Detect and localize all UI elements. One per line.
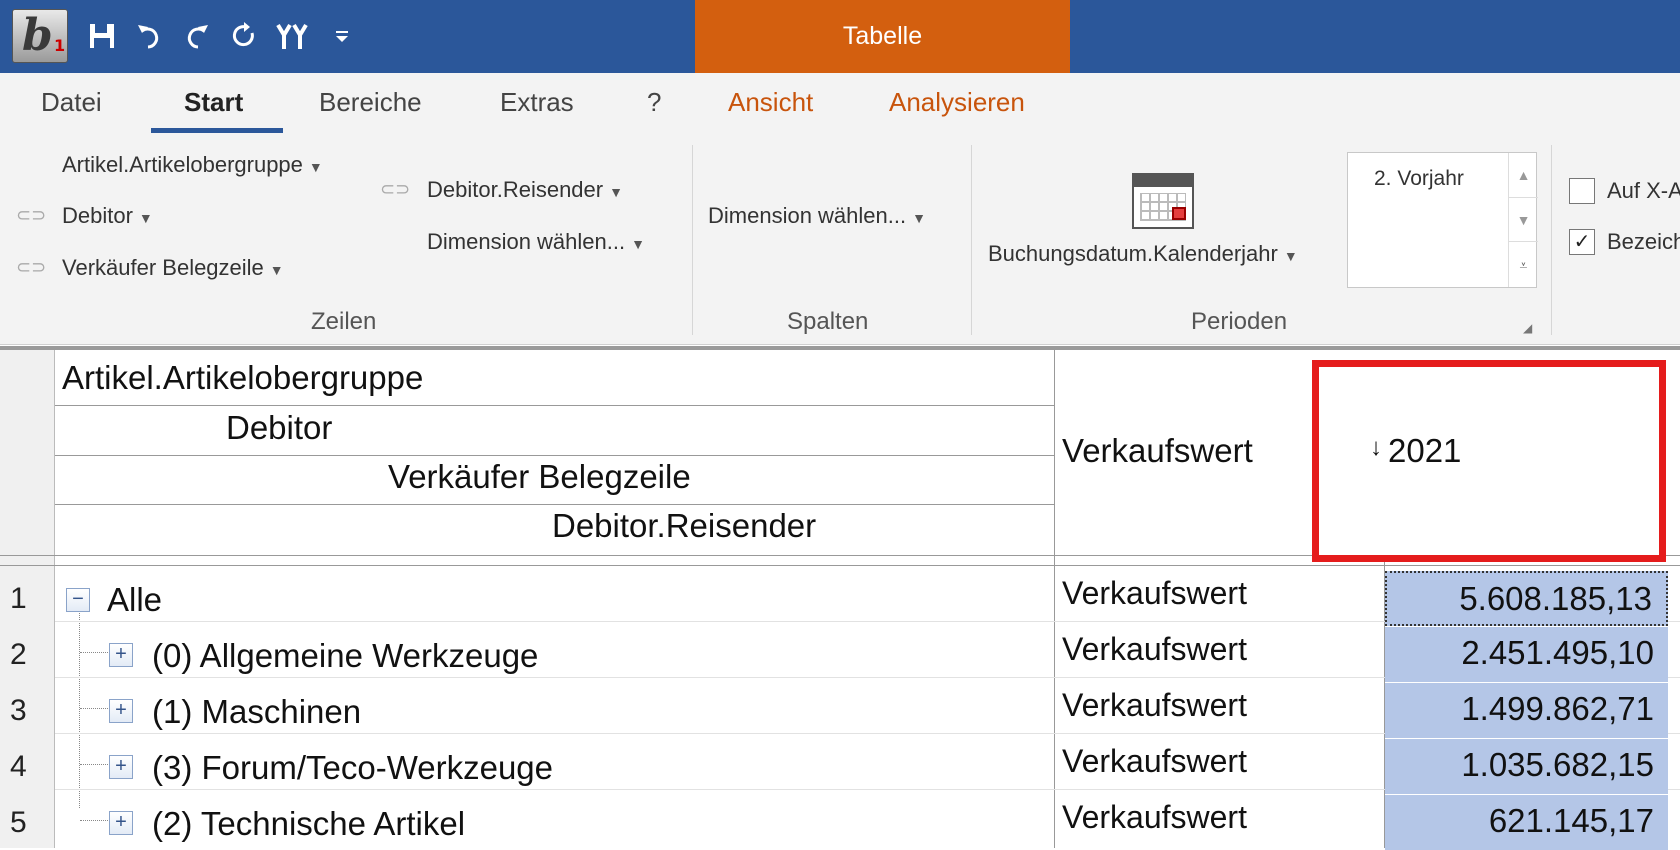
tab-datei[interactable]: Datei — [41, 87, 102, 118]
period-field-kalenderjahr[interactable]: Buchungsdatum.Kalenderjahr ▼ — [988, 241, 1298, 267]
row-dimension-verkaeufer-belegzeile[interactable]: Verkäufer Belegzeile ▼ — [62, 255, 284, 281]
row-dimension-artikelobergruppe[interactable]: Artikel.Artikelobergruppe ▼ — [62, 152, 323, 178]
value-cell[interactable]: 1.035.682,15 — [1385, 739, 1668, 794]
expand-list-icon[interactable]: ⩡ — [1508, 241, 1538, 287]
refresh-icon[interactable] — [224, 16, 264, 56]
redo-icon[interactable] — [176, 16, 216, 56]
group-separator — [692, 145, 693, 335]
tree-line — [80, 708, 108, 709]
grid-line — [55, 405, 1054, 406]
tab-extras[interactable]: Extras — [500, 87, 574, 118]
app-logo-icon[interactable]: b1 — [12, 9, 68, 63]
tab-ansicht[interactable]: Ansicht — [728, 87, 813, 118]
grid-line — [1054, 350, 1055, 848]
row-number: 1 — [10, 582, 27, 615]
grid-line — [55, 455, 1054, 456]
row-measure: Verkaufswert — [1062, 687, 1247, 723]
tree-line — [80, 820, 108, 821]
ribbon-tab-bar: Datei Start Bereiche Extras ? Ansicht An… — [0, 73, 1680, 135]
checkbox-bezeichnung[interactable]: ✓ — [1569, 229, 1595, 255]
row-label[interactable]: (2) Technische Artikel — [152, 805, 465, 843]
grid-line — [0, 565, 1680, 566]
row-number-column — [0, 350, 55, 848]
scroll-up-icon[interactable]: ▲ — [1508, 153, 1538, 197]
row-label[interactable]: (0) Allgemeine Werkzeuge — [152, 637, 538, 675]
value-cell[interactable]: 1.499.862,71 — [1385, 683, 1668, 738]
link-icon: ⊂⊃ — [16, 257, 47, 277]
tree-line — [80, 652, 108, 653]
contextual-tab-tabelle[interactable]: Tabelle — [695, 0, 1070, 73]
tab-analysieren[interactable]: Analysieren — [889, 87, 1025, 118]
row-label[interactable]: (3) Forum/Teco-Werkzeuge — [152, 749, 553, 787]
group-label-zeilen: Zeilen — [311, 308, 377, 335]
collapse-icon[interactable]: − — [66, 588, 90, 612]
expand-icon[interactable]: + — [109, 643, 133, 667]
measure-header[interactable]: Verkaufswert — [1062, 432, 1253, 470]
scroll-down-icon[interactable]: ▼ — [1508, 197, 1538, 241]
group-separator — [971, 145, 972, 335]
title-bar: b1 Tabelle — [0, 0, 1680, 73]
tools-icon[interactable] — [272, 16, 312, 56]
expand-icon[interactable]: + — [109, 755, 133, 779]
row-header-artikelobergruppe[interactable]: Artikel.Artikelobergruppe — [62, 359, 423, 397]
row-number: 4 — [10, 750, 27, 783]
value-cell[interactable]: 2.451.495,10 — [1385, 627, 1668, 682]
checkbox-x-axis[interactable] — [1569, 178, 1595, 204]
checkbox-x-axis-label: Auf X-A — [1607, 178, 1680, 203]
row-measure: Verkaufswert — [1062, 631, 1247, 667]
row-header-debitor[interactable]: Debitor — [226, 409, 332, 447]
tab-bereiche[interactable]: Bereiche — [319, 87, 422, 118]
column-dimension-choose[interactable]: Dimension wählen... ▼ — [708, 203, 926, 229]
expand-icon[interactable]: + — [109, 811, 133, 835]
row-number: 5 — [10, 806, 27, 839]
row-measure: Verkaufswert — [1062, 575, 1247, 611]
tree-line — [80, 764, 108, 765]
tab-help[interactable]: ? — [647, 87, 661, 118]
row-label[interactable]: (1) Maschinen — [152, 693, 361, 731]
customize-quick-access-icon[interactable] — [322, 16, 362, 56]
row-number: 3 — [10, 694, 27, 727]
group-label-perioden: Perioden — [1191, 308, 1288, 335]
row-dimension-reisender[interactable]: Debitor.Reisender ▼ — [427, 177, 623, 203]
row-label[interactable]: Alle — [107, 581, 162, 619]
link-icon: ⊂⊃ — [380, 179, 411, 199]
row-header-verkaeufer-belegzeile[interactable]: Verkäufer Belegzeile — [388, 458, 691, 496]
row-header-reisender[interactable]: Debitor.Reisender — [552, 507, 816, 545]
period-list-item[interactable]: 2. Vorjahr — [1374, 167, 1464, 191]
group-label-spalten: Spalten — [787, 308, 869, 335]
group-separator — [1551, 145, 1552, 335]
expand-icon[interactable]: + — [109, 699, 133, 723]
save-icon[interactable] — [82, 16, 122, 56]
row-dimension-choose[interactable]: Dimension wählen... ▼ — [427, 229, 645, 255]
undo-icon[interactable] — [130, 16, 170, 56]
row-number: 2 — [10, 638, 27, 671]
row-dimension-debitor[interactable]: Debitor ▼ — [62, 203, 153, 229]
checkbox-bezeichnung-label: Bezeich — [1607, 229, 1680, 254]
value-cell[interactable]: 621.145,17 — [1385, 795, 1668, 850]
tree-line — [79, 590, 80, 808]
grid-line — [55, 504, 1054, 505]
value-cell[interactable]: 5.608.185,13 — [1385, 571, 1668, 626]
active-tab-indicator — [151, 128, 283, 133]
row-measure: Verkaufswert — [1062, 743, 1247, 779]
calendar-icon[interactable] — [1132, 173, 1194, 229]
row-measure: Verkaufswert — [1062, 799, 1247, 835]
tab-start[interactable]: Start — [184, 87, 243, 118]
link-icon: ⊂⊃ — [16, 205, 47, 225]
dialog-launcher-icon[interactable]: ◢ — [1523, 321, 1532, 335]
highlight-annotation-box — [1312, 360, 1666, 562]
